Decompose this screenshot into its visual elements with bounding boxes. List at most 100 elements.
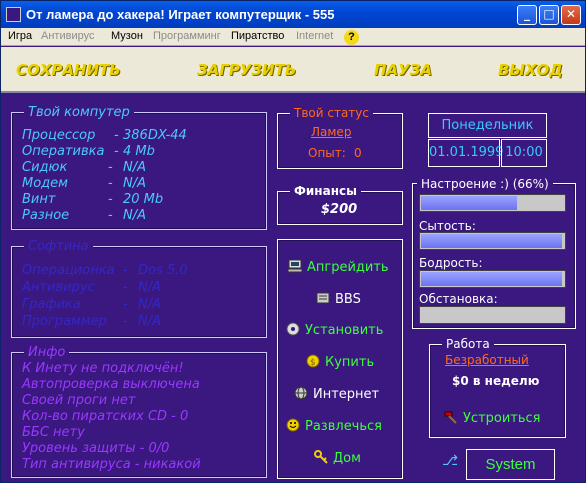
menu-music[interactable]: Музон [111,30,143,42]
exit-button[interactable]: ВЫХОД [498,61,563,79]
upgrade-button[interactable]: Апгрейдить [287,259,389,275]
computer-legend: Твой компутер [24,105,134,120]
toolbar: СОХРАНИТЬ ЗАГРУЗИТЬ ПАУЗА ВЫХОД [1,47,585,93]
cpu-value: 386DX-44 [123,128,187,143]
close-button[interactable]: ✕ [561,5,581,25]
modem-label: Модем [22,176,68,191]
mood-bar-fill [421,196,517,210]
satiety-label: Сытость: [419,219,476,233]
apply-job-label: Устроиться [463,411,541,426]
weekday: Понедельник [428,113,547,138]
programmer-value: N/A [138,314,161,329]
info-legend: Инфо [24,345,70,360]
minimize-button[interactable]: _ [517,5,537,25]
fun-button[interactable]: Развлечься [286,418,382,434]
title-bar[interactable]: От ламера до хакера! Играет компутерщик … [1,1,585,28]
menu-piracy[interactable]: Пиратство [231,30,284,42]
apply-job-button[interactable]: Устроиться [444,410,541,426]
menu-game[interactable]: Игра [8,30,32,42]
internet-button[interactable]: Интернет [294,386,379,402]
load-button[interactable]: ЗАГРУЗИТЬ [197,61,296,79]
window-title: От ламера до хакера! Играет компутерщик … [26,7,335,22]
app-icon [6,7,21,22]
ram-sep: - [114,144,119,159]
os-value: Dos 5.0 [138,263,188,278]
exp-value: 0 [354,146,362,160]
info-line: ББС нету [22,425,85,440]
time-value: 10:00 [501,139,547,167]
save-button[interactable]: СОХРАНИТЬ [16,61,121,79]
status-rank-link[interactable]: Ламер [311,125,351,139]
hdd-sep: - [108,192,113,207]
antivirus-sep: - [123,280,128,295]
finance-amount: $200 [321,202,358,217]
job-salary: $0 в неделю [452,374,540,388]
bbs-label: BBS [335,292,361,307]
misc-value: N/A [123,208,146,223]
info-line: Кол-во пиратских CD - 0 [22,409,189,424]
info-line: Своей проги нет [22,393,136,408]
system-button[interactable]: System [466,449,555,480]
buy-button[interactable]: $ Купить [306,354,374,370]
cpu-label: Процессор [22,128,96,143]
mood-bar [419,194,566,212]
smiley-icon [286,418,300,432]
cpu-sep: - [114,128,119,143]
cdrom-label: Сидюк [22,160,68,175]
vigor-bar-fill [421,272,562,286]
disc-icon [286,322,300,336]
finance-legend: Финансы [290,184,361,198]
programmer-sep: - [123,314,128,329]
info-line: Тип антивируса - никакой [22,457,201,472]
date-value: 01.01.1999 [428,139,503,167]
setting-label: Обстановка: [419,292,498,306]
graphics-value: N/A [138,297,161,312]
app-window: От ламера до хакера! Играет компутерщик … [0,0,586,483]
vigor-bar [419,270,566,288]
ram-value: 4 Mb [123,144,155,159]
os-label: Операционка [22,263,115,278]
hdd-label: Винт [22,192,56,207]
menu-bar: Игра Антивирус Музон Программинг Пиратст… [1,28,585,46]
info-line: К Инету не подключён! [22,361,184,376]
ram-label: Оперативка [22,144,105,159]
graphics-label: Графика [22,297,81,312]
antivirus-label: Антивирус [22,280,95,295]
bbs-button[interactable]: BBS [316,291,361,307]
setting-bar [419,306,566,324]
help-icon[interactable]: ? [344,30,359,45]
programmer-label: Программер [22,314,107,329]
satiety-bar-fill [421,234,562,248]
modem-sep: - [108,176,113,191]
misc-sep: - [108,208,113,223]
pause-button[interactable]: ПАУЗА [374,61,432,79]
fun-label: Развлечься [305,419,382,434]
mood-label: Настроение :) (66%) [417,177,553,191]
menu-internet[interactable]: Internet [296,30,333,42]
job-title-link[interactable]: Безработный [445,353,529,367]
modem-value: N/A [123,176,146,191]
key-icon [314,450,328,464]
info-line: Уровень защиты - 0/0 [22,441,170,456]
antivirus-value: N/A [138,280,161,295]
coin-icon: $ [306,354,320,368]
install-button[interactable]: Установить [286,322,383,338]
software-legend: Софтина [24,239,93,254]
menu-antivirus[interactable]: Антивирус [41,30,94,42]
vigor-label: Бодрость: [419,256,483,270]
misc-label: Разное [22,208,70,223]
internet-label: Интернет [313,387,380,402]
globe-icon [294,386,308,400]
buy-label: Купить [325,355,375,370]
computer-icon [287,259,303,273]
bbs-icon [316,291,330,305]
upgrade-label: Апгрейдить [307,260,389,275]
info-line: Автопроверка выключена [22,377,200,392]
cdrom-sep: - [108,160,113,175]
satiety-bar [419,232,566,250]
maximize-button[interactable]: □ [539,5,559,25]
home-button[interactable]: Дом [314,450,361,466]
cdrom-value: N/A [123,160,146,175]
menu-programming[interactable]: Программинг [153,30,221,42]
status-group: Твой статус [277,106,403,169]
